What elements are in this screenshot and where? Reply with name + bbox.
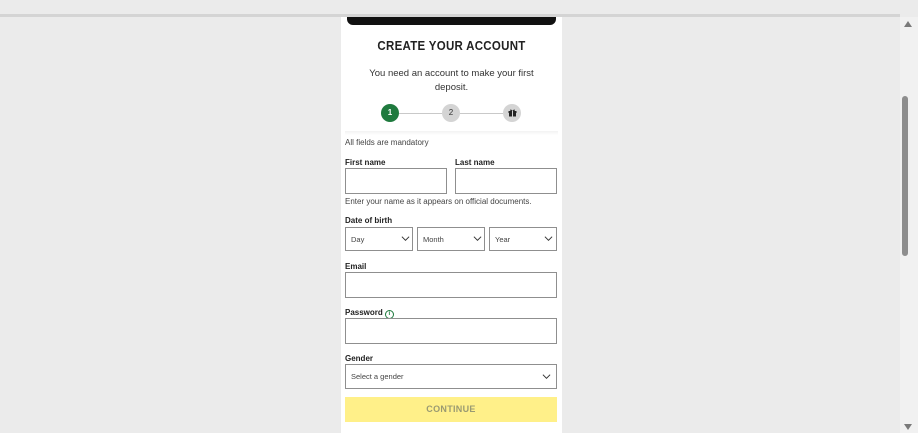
step-connector xyxy=(460,113,503,114)
dob-month-select[interactable]: Month xyxy=(417,227,485,251)
scroll-down-arrow-icon[interactable] xyxy=(904,424,912,430)
password-label: Password xyxy=(345,308,383,317)
header-bar xyxy=(347,17,556,25)
last-name-label: Last name xyxy=(455,158,495,167)
name-hint: Enter your name as it appears on officia… xyxy=(345,197,532,206)
email-field[interactable] xyxy=(345,272,557,298)
dob-month-value: Month xyxy=(423,235,444,244)
dob-year-value: Year xyxy=(495,235,511,244)
email-label: Email xyxy=(345,262,367,271)
continue-button[interactable]: CONTINUE xyxy=(345,397,557,422)
step-2: 2 xyxy=(442,104,460,122)
step-1: 1 xyxy=(381,104,399,122)
signup-panel: CREATE YOUR ACCOUNT You need an account … xyxy=(341,17,562,433)
gender-value: Select a gender xyxy=(351,372,404,381)
form-subtitle: You need an account to make your first d… xyxy=(369,68,534,93)
gift-icon xyxy=(508,109,516,117)
step-3-gift xyxy=(503,104,521,122)
password-field[interactable] xyxy=(345,318,557,344)
first-name-label: First name xyxy=(345,158,386,167)
last-name-field[interactable] xyxy=(455,168,557,194)
step-indicator: 1 2 xyxy=(381,104,521,122)
chevron-down-icon xyxy=(544,236,553,242)
scrollbar-thumb[interactable] xyxy=(902,96,908,256)
section-divider xyxy=(345,131,558,135)
chevron-down-icon xyxy=(473,236,482,242)
chevron-down-icon xyxy=(542,374,551,380)
mandatory-note: All fields are mandatory xyxy=(345,138,429,147)
scroll-up-arrow-icon[interactable] xyxy=(904,21,912,27)
step-connector xyxy=(399,113,442,114)
chevron-down-icon xyxy=(401,236,410,242)
dob-year-select[interactable]: Year xyxy=(489,227,557,251)
dob-label: Date of birth xyxy=(345,216,393,225)
form-title: CREATE YOUR ACCOUNT xyxy=(377,39,526,53)
gender-label: Gender xyxy=(345,354,374,363)
dob-day-value: Day xyxy=(351,235,365,244)
dob-day-select[interactable]: Day xyxy=(345,227,413,251)
gender-select[interactable]: Select a gender xyxy=(345,364,557,389)
vertical-scrollbar[interactable] xyxy=(900,17,918,433)
first-name-field[interactable] xyxy=(345,168,447,194)
